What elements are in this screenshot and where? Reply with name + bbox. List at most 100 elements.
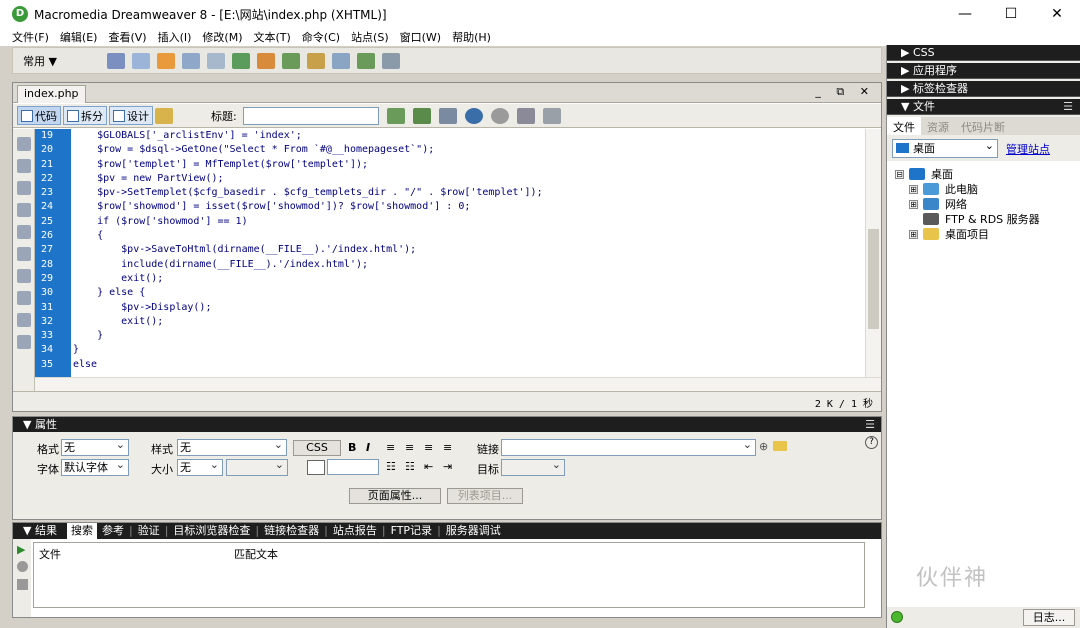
- properties-header[interactable]: ▼ 属性 ☰: [13, 417, 881, 432]
- code-view-button[interactable]: 代码: [17, 106, 61, 125]
- file-management-icon[interactable]: [438, 107, 457, 124]
- tag-inspector-header[interactable]: ▶ 标签检查器: [887, 81, 1080, 97]
- more-icon[interactable]: [16, 335, 31, 349]
- manage-sites-link[interactable]: 管理站点: [1006, 141, 1050, 157]
- help-icon[interactable]: ?: [865, 436, 878, 449]
- code-line[interactable]: } else {: [73, 286, 865, 300]
- menu-view[interactable]: 查看(V): [108, 29, 146, 45]
- layer-icon[interactable]: [206, 52, 225, 69]
- tree-item-desktop[interactable]: ⊟ 桌面: [895, 166, 953, 182]
- code-line[interactable]: $row['showmod'] = isset($row['showmod'])…: [73, 200, 865, 214]
- files-panel-header[interactable]: ▼ 文件 ☰: [887, 99, 1080, 115]
- italic-button[interactable]: I: [366, 441, 370, 454]
- document-window-controls[interactable]: _ ⧉ ✕: [815, 85, 875, 99]
- ordered-list-icon[interactable]: ☷: [405, 460, 415, 473]
- refresh-icon[interactable]: [490, 107, 509, 124]
- outdent-icon[interactable]: ⇤: [424, 460, 433, 473]
- stop-icon[interactable]: [17, 561, 28, 572]
- expand-icon[interactable]: ⊞: [909, 184, 918, 194]
- align-left-icon[interactable]: ≡: [386, 441, 395, 454]
- code-line[interactable]: {: [73, 229, 865, 243]
- menu-site[interactable]: 站点(S): [351, 29, 389, 45]
- code-editor[interactable]: $GLOBALS['_arclistEnv'] = 'index'; $row …: [73, 129, 865, 377]
- align-right-icon[interactable]: ≡: [424, 441, 433, 454]
- play-icon[interactable]: ▶: [17, 543, 25, 556]
- open-documents-icon[interactable]: [16, 137, 31, 151]
- menu-help[interactable]: 帮助(H): [452, 29, 491, 45]
- column-file[interactable]: 文件: [39, 546, 61, 562]
- page-properties-button[interactable]: 页面属性...: [349, 488, 441, 504]
- style-select[interactable]: 无: [177, 437, 287, 456]
- format-select[interactable]: 无: [61, 437, 129, 456]
- scrollbar-thumb[interactable]: [868, 229, 879, 329]
- menu-file[interactable]: 文件(F): [12, 29, 49, 45]
- menu-text[interactable]: 文本(T): [253, 29, 290, 45]
- template-icon[interactable]: [381, 52, 400, 69]
- comment-icon[interactable]: [331, 52, 350, 69]
- menu-window[interactable]: 窗口(W): [400, 29, 441, 45]
- collapse-icon[interactable]: ⊟: [895, 169, 904, 179]
- panel-options-icon[interactable]: ☰: [865, 417, 875, 432]
- validate-icon[interactable]: [412, 107, 431, 124]
- log-button[interactable]: 日志...: [1023, 609, 1075, 626]
- live-data-icon[interactable]: [155, 107, 173, 124]
- view-options-icon[interactable]: [516, 107, 535, 124]
- horizontal-scrollbar[interactable]: [35, 377, 881, 391]
- code-line[interactable]: }: [73, 329, 865, 343]
- line-numbers-icon[interactable]: [16, 269, 31, 283]
- visual-aids-icon[interactable]: [542, 107, 561, 124]
- indent-icon[interactable]: ⇥: [443, 460, 452, 473]
- target-select[interactable]: [501, 457, 565, 476]
- code-line[interactable]: $row['templet'] = MfTemplet($row['temple…: [73, 158, 865, 172]
- design-view-button[interactable]: 设计: [109, 106, 153, 125]
- bold-button[interactable]: B: [348, 441, 356, 454]
- menu-commands[interactable]: 命令(C): [302, 29, 340, 45]
- application-panel-header[interactable]: ▶ 应用程序: [887, 63, 1080, 79]
- code-line[interactable]: exit();: [73, 272, 865, 286]
- font-select[interactable]: 默认字体: [61, 457, 129, 476]
- expand-icon[interactable]: ⊞: [909, 229, 918, 239]
- head-icon[interactable]: [356, 52, 375, 69]
- site-select[interactable]: 桌面: [892, 137, 998, 158]
- browse-folder-icon[interactable]: [773, 441, 787, 451]
- maximize-button[interactable]: ☐: [988, 0, 1034, 28]
- collapse-selection-icon[interactable]: [16, 181, 31, 195]
- collapse-full-tag-icon[interactable]: [16, 159, 31, 173]
- code-line[interactable]: include(dirname(__FILE__).'/index.html')…: [73, 258, 865, 272]
- balance-braces-icon[interactable]: [16, 247, 31, 261]
- expand-all-icon[interactable]: [16, 203, 31, 217]
- minimize-button[interactable]: —: [942, 0, 988, 28]
- highlight-invalid-icon[interactable]: [16, 291, 31, 305]
- tab-index-php[interactable]: index.php: [17, 85, 86, 103]
- tab-snippets[interactable]: 代码片断: [955, 117, 1011, 135]
- apply-comment-icon[interactable]: [16, 313, 31, 327]
- code-line[interactable]: $row = $dsql->GetOne("Select * From `#@_…: [73, 143, 865, 157]
- link-input[interactable]: [501, 437, 756, 456]
- media-icon[interactable]: [256, 52, 275, 69]
- size-select[interactable]: 无: [177, 457, 223, 476]
- document-title-input[interactable]: [242, 106, 379, 125]
- tab-target-browser-check[interactable]: 目标浏览器检查: [173, 523, 250, 539]
- tree-item-this-pc[interactable]: ⊞ 此电脑: [909, 181, 978, 197]
- select-parent-tag-icon[interactable]: [16, 225, 31, 239]
- tab-files[interactable]: 文件: [887, 117, 921, 135]
- tab-site-reports[interactable]: 站点报告: [333, 523, 377, 539]
- tab-link-checker[interactable]: 链接检查器: [264, 523, 319, 539]
- tree-item-ftp-rds[interactable]: FTP & RDS 服务器: [909, 211, 1040, 227]
- insert-category-dropdown[interactable]: 常用 ▼: [23, 53, 57, 69]
- align-center-icon[interactable]: ≡: [405, 441, 414, 454]
- code-line[interactable]: }: [73, 343, 865, 357]
- image-icon[interactable]: [231, 52, 250, 69]
- tab-server-debug[interactable]: 服务器调试: [446, 523, 501, 539]
- tab-search[interactable]: 搜索: [66, 523, 97, 539]
- tab-reference[interactable]: 参考: [102, 523, 124, 539]
- column-matched-text[interactable]: 匹配文本: [234, 546, 278, 562]
- text-color-input[interactable]: [327, 459, 379, 475]
- close-button[interactable]: ✕: [1034, 0, 1080, 28]
- email-link-icon[interactable]: [131, 52, 150, 69]
- menu-edit[interactable]: 编辑(E): [60, 29, 98, 45]
- css-panel-header[interactable]: ▶ CSS: [887, 45, 1080, 61]
- hyperlink-icon[interactable]: [106, 52, 125, 69]
- css-button[interactable]: CSS: [293, 440, 341, 456]
- expand-icon[interactable]: ⊞: [909, 199, 918, 209]
